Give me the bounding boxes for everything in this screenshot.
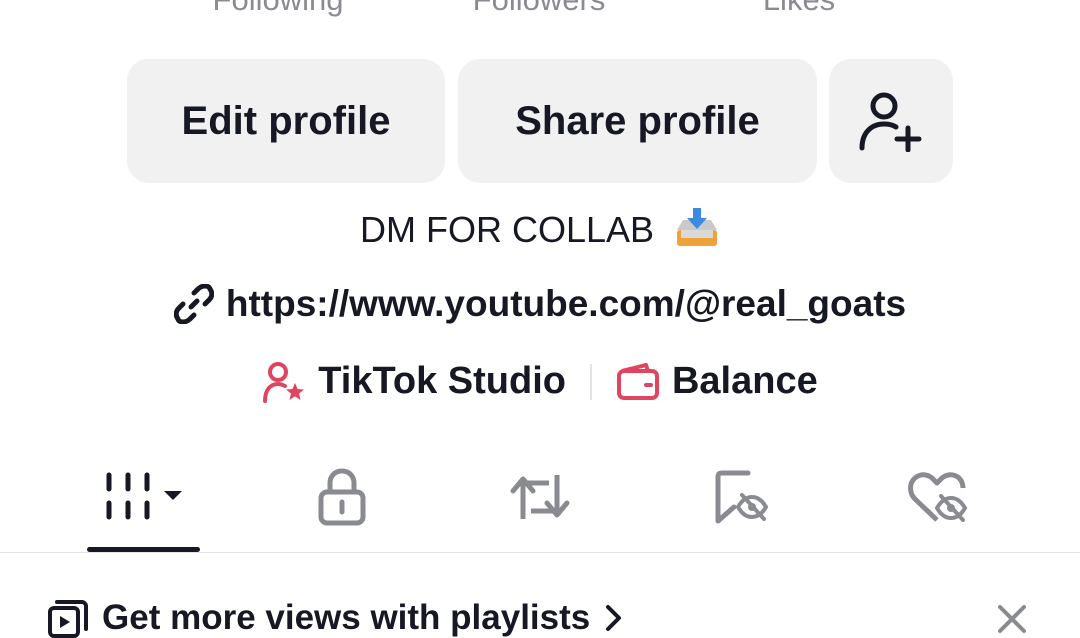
wallet-icon	[616, 362, 659, 400]
tab-videos[interactable]	[87, 462, 200, 532]
video-grid-icon	[106, 472, 182, 520]
profile-bio: DM FOR COLLAB	[0, 208, 1080, 257]
bookmark-hidden-icon	[715, 470, 769, 524]
profile-link[interactable]: https://www.youtube.com/@real_goats	[0, 283, 1080, 325]
repost-icon	[510, 475, 570, 519]
likes-label[interactable]: Likes	[669, 0, 929, 18]
playlist-icon	[48, 600, 88, 638]
chevron-right-icon	[606, 605, 622, 631]
caret-down-icon	[163, 491, 182, 500]
tab-reposts[interactable]	[498, 462, 582, 532]
playlist-promo[interactable]: Get more views with playlists	[48, 598, 640, 638]
studio-star-user-icon	[263, 361, 305, 403]
tiktok-studio-label: TikTok Studio	[318, 360, 566, 402]
heart-hidden-icon	[908, 472, 968, 522]
tabs-divider	[0, 552, 1080, 553]
tab-favorites[interactable]	[700, 462, 784, 532]
tools-divider	[589, 363, 592, 400]
followers-label[interactable]: Followers	[409, 0, 669, 18]
add-user-icon	[859, 92, 922, 152]
add-friends-button[interactable]	[829, 59, 953, 183]
creator-tools-row: TikTok Studio Balance	[0, 360, 1080, 403]
bio-text: DM FOR COLLAB	[359, 209, 655, 251]
tab-private[interactable]	[300, 462, 384, 532]
link-url: https://www.youtube.com/@real_goats	[225, 283, 907, 324]
lock-icon	[318, 468, 366, 526]
close-icon[interactable]	[996, 603, 1028, 635]
promo-text: Get more views with playlists	[102, 598, 591, 637]
link-icon	[173, 284, 214, 324]
share-profile-label: Share profile	[515, 98, 760, 143]
share-profile-button[interactable]: Share profile	[458, 59, 817, 183]
balance-label: Balance	[671, 360, 818, 402]
tiktok-studio-button[interactable]: TikTok Studio	[262, 360, 566, 403]
edit-profile-button[interactable]: Edit profile	[127, 59, 445, 183]
tab-liked[interactable]	[896, 462, 980, 532]
edit-profile-label: Edit profile	[181, 98, 391, 143]
balance-button[interactable]: Balance	[616, 360, 818, 403]
following-label[interactable]: Following	[148, 0, 408, 18]
inbox-tray-icon	[674, 208, 720, 257]
